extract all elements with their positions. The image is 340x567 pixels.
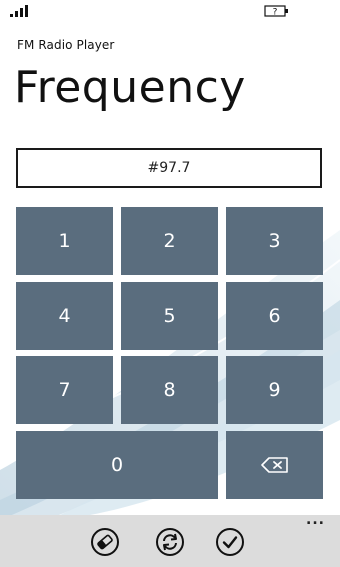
battery-unknown-icon: ? (264, 5, 288, 18)
key-4[interactable]: 4 (16, 282, 113, 350)
keypad: 1 2 3 4 5 6 7 8 9 0 (16, 207, 323, 499)
app-bar (0, 515, 340, 567)
key-0[interactable]: 0 (16, 431, 218, 499)
eraser-icon[interactable] (90, 527, 120, 557)
battery-glyph: ? (273, 8, 278, 18)
status-bar: ? (0, 0, 340, 22)
refresh-icon[interactable] (155, 527, 185, 557)
key-8[interactable]: 8 (121, 356, 218, 424)
signal-strength-icon (10, 5, 28, 17)
app-title: FM Radio Player (17, 38, 115, 52)
check-icon[interactable] (215, 527, 245, 557)
page-title: Frequency (14, 62, 246, 113)
key-2[interactable]: 2 (121, 207, 218, 275)
key-7[interactable]: 7 (16, 356, 113, 424)
key-6[interactable]: 6 (226, 282, 323, 350)
backspace-button[interactable] (226, 431, 323, 499)
key-1[interactable]: 1 (16, 207, 113, 275)
key-3[interactable]: 3 (226, 207, 323, 275)
backspace-icon (260, 457, 288, 473)
key-5[interactable]: 5 (121, 282, 218, 350)
key-9[interactable]: 9 (226, 356, 323, 424)
more-options-button[interactable]: ... (306, 512, 325, 528)
frequency-input[interactable] (16, 148, 322, 188)
